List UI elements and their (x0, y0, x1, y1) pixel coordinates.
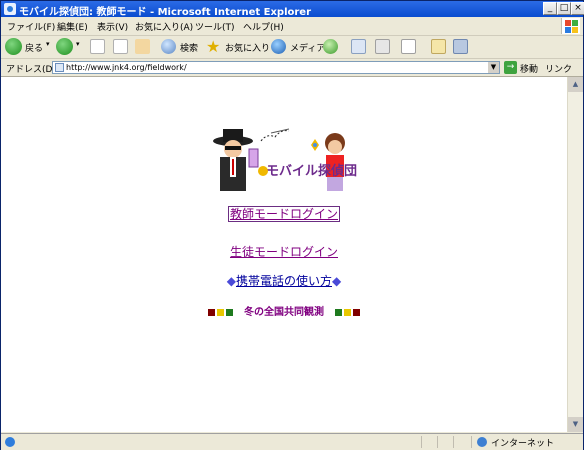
internet-zone-icon (477, 437, 487, 447)
status-divider (453, 436, 454, 448)
media-button-label[interactable]: メディア (290, 41, 325, 54)
teacher-login-link[interactable]: 教師モードログイン (227, 206, 341, 222)
address-bar: アドレス(D) http://www.jnk4.org/fieldwork/ ▼… (1, 59, 583, 77)
winter-observation-link[interactable]: 冬の全国共同観測 (244, 307, 324, 318)
forward-dropdown-icon[interactable]: ▾ (76, 40, 80, 48)
links-button[interactable]: リンク (545, 62, 572, 75)
address-label: アドレス(D) (6, 65, 56, 75)
media-icon[interactable] (271, 39, 286, 54)
search-button-label[interactable]: 検索 (180, 41, 198, 54)
address-input[interactable]: http://www.jnk4.org/fieldwork/ ▼ (52, 61, 500, 74)
winter-observation-row: 冬の全国共同観測 (1, 303, 567, 318)
scroll-down-icon[interactable]: ▼ (568, 417, 583, 432)
home-icon[interactable] (135, 39, 150, 54)
yellow-square-icon (344, 308, 352, 316)
maximize-button[interactable]: □ (557, 2, 571, 15)
student-login-row: 生徒モードログイン (1, 243, 567, 260)
back-arrow-icon[interactable] (5, 38, 22, 55)
status-divider (421, 436, 422, 448)
print-icon[interactable] (375, 39, 390, 54)
menu-file[interactable]: ファイル(F) (7, 20, 55, 33)
forward-arrow-icon[interactable] (56, 38, 73, 55)
diamond-left-icon: ◆ (226, 274, 236, 288)
menu-edit[interactable]: 編集(E) (57, 20, 88, 33)
green-square-icon (335, 308, 343, 316)
mail-icon[interactable] (351, 39, 366, 54)
go-arrow-icon[interactable]: → (504, 61, 517, 74)
menu-bar: ファイル(F) 編集(E) 表示(V) お気に入り(A) ツール(T) ヘルプ(… (1, 17, 583, 36)
phone-usage-link[interactable]: 携帯電話の使い方 (236, 274, 332, 288)
messenger-icon[interactable] (453, 39, 468, 54)
green-square-icon (225, 308, 233, 316)
favorites-button-label[interactable]: お気に入り (225, 41, 270, 54)
student-login-link[interactable]: 生徒モードログイン (230, 245, 338, 259)
mobile-detective-logo: モバイル探偵団 (213, 128, 357, 191)
close-button[interactable]: × (571, 2, 584, 15)
red-square-icon (207, 308, 215, 316)
refresh-icon[interactable] (113, 39, 128, 54)
address-dropdown-icon[interactable]: ▼ (488, 62, 499, 73)
status-divider (471, 436, 472, 448)
phone-usage-row: ◆携帯電話の使い方◆ (1, 272, 567, 289)
history-icon[interactable] (323, 39, 338, 54)
address-url[interactable]: http://www.jnk4.org/fieldwork/ (66, 63, 187, 72)
favorites-star-icon[interactable]: ★ (206, 37, 220, 56)
back-button-label[interactable]: 戻る (25, 41, 43, 54)
go-button-label[interactable]: 移動 (520, 62, 538, 75)
title-bar[interactable]: モバイル探偵団: 教師モード - Microsoft Internet Expl… (1, 1, 584, 18)
back-dropdown-icon[interactable]: ▾ (46, 40, 50, 48)
menu-tools[interactable]: ツール(T) (195, 20, 235, 33)
teacher-login-row: 教師モードログイン (1, 205, 567, 222)
menu-help[interactable]: ヘルプ(H) (243, 20, 284, 33)
windows-logo-icon (561, 18, 580, 34)
ie-app-icon (4, 3, 16, 15)
edit-icon[interactable] (401, 39, 416, 54)
security-zone-label: インターネット (491, 439, 555, 449)
discuss-icon[interactable] (431, 39, 446, 54)
yellow-square-icon (216, 308, 224, 316)
red-square-icon (353, 308, 361, 316)
logo-title: モバイル探偵団 (266, 163, 357, 179)
vertical-scrollbar[interactable]: ▲ ▼ (567, 77, 583, 432)
status-page-icon (5, 437, 15, 447)
search-icon[interactable] (161, 39, 176, 54)
browser-window: モバイル探偵団: 教師モード - Microsoft Internet Expl… (0, 0, 584, 450)
status-divider (437, 436, 438, 448)
page-icon (55, 63, 64, 72)
status-bar: インターネット (1, 433, 583, 450)
minimize-button[interactable]: _ (543, 2, 557, 15)
window-title: モバイル探偵団: 教師モード - Microsoft Internet Expl… (19, 7, 312, 18)
menu-favorites[interactable]: お気に入り(A) (135, 20, 193, 33)
page-content: モバイル探偵団 教師モードログイン 生徒モードログイン ◆携帯電話の使い方◆ 冬… (1, 77, 567, 432)
stop-icon[interactable] (90, 39, 105, 54)
diamond-right-icon: ◆ (332, 274, 342, 288)
menu-view[interactable]: 表示(V) (97, 20, 128, 33)
scroll-up-icon[interactable]: ▲ (568, 77, 583, 92)
standard-toolbar: 戻る ▾ ▾ 検索 ★ お気に入り メディア (1, 36, 583, 59)
